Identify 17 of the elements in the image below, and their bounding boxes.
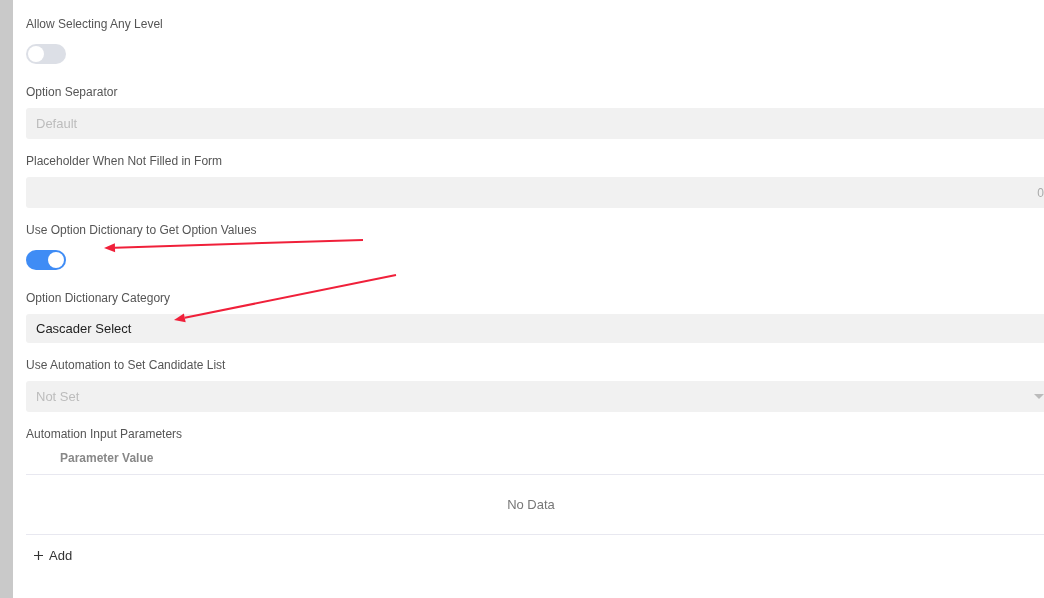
field-label: Use Automation to Set Candidate List <box>26 358 226 372</box>
field-label: Automation Input Parameters <box>26 427 183 441</box>
field-label: Option Separator <box>26 85 118 99</box>
toggle-switch[interactable] <box>26 44 66 64</box>
field-label: Allow Selecting Any Level <box>26 17 163 31</box>
input-field[interactable]: Cascader Select <box>26 314 1044 343</box>
plus-icon <box>34 551 43 560</box>
character-counter: 0 <box>1037 185 1044 200</box>
add-button[interactable]: Add <box>26 548 73 563</box>
caret-icon[interactable] <box>1034 394 1044 399</box>
empty-message: No Data <box>507 497 555 512</box>
field-label: Option Dictionary Category <box>26 291 171 305</box>
toggle-switch[interactable] <box>26 250 66 270</box>
field-label: Use Option Dictionary to Get Option Values <box>26 223 257 237</box>
field-label: Placeholder When Not Filled in Form <box>26 154 223 168</box>
input-field[interactable]: 0 <box>26 177 1044 208</box>
column-header: Parameter Value <box>60 450 154 465</box>
